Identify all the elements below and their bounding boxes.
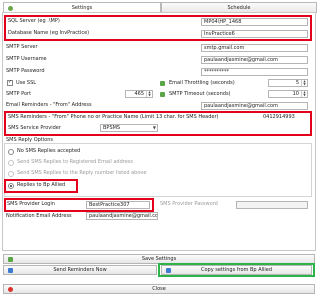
- email-throttling-value: 5: [295, 80, 299, 86]
- tab-settings-label: Settings: [71, 5, 93, 11]
- smtp-username-input[interactable]: paulaandjasmine@gmail.com: [201, 56, 308, 64]
- sms-reply-option-none-label: No SMS Replies accepted: [17, 148, 81, 154]
- save-icon: [8, 257, 13, 262]
- sms-reply-option-none-radio[interactable]: [8, 149, 14, 155]
- close-button[interactable]: Close: [3, 284, 315, 294]
- settings-window: Settings Schedule SQL Server (eg .\MP) M…: [0, 0, 318, 299]
- email-throttling-spinner[interactable]: 5 ▲ ▼: [268, 79, 308, 87]
- sms-provider-select[interactable]: BPSMS ▼: [100, 124, 158, 132]
- database-name-label: Database Name (eg InvPractice): [8, 30, 90, 36]
- save-settings-label: Save Settings: [141, 256, 177, 262]
- sms-reply-option-number-radio[interactable]: [8, 171, 14, 177]
- close-label: Close: [152, 286, 166, 292]
- send-reminders-label: Send Reminders Now: [53, 267, 107, 273]
- smtp-port-label: SMTP Port: [6, 91, 32, 97]
- spinner-arrows-icon[interactable]: ▲ ▼: [301, 91, 307, 97]
- sms-password-input[interactable]: [236, 201, 308, 209]
- spinner-arrows-icon[interactable]: ▲ ▼: [146, 91, 152, 97]
- email-throttling-label: Email Throttling (seconds): [169, 80, 235, 86]
- sms-reply-option-email-label: Send SMS Replies to Registered Email add…: [17, 159, 134, 165]
- sms-from-input[interactable]: 0412914993: [261, 114, 295, 121]
- smtp-timeout-spinner[interactable]: 10 ▲ ▼: [268, 90, 308, 98]
- smtp-port-value: 465: [134, 91, 144, 97]
- smtp-username-label: SMTP Username: [6, 56, 47, 62]
- use-ssl-label: Use SSL: [16, 80, 37, 86]
- sms-reply-option-bp-allied-radio[interactable]: [8, 183, 14, 189]
- sms-provider-value: BPSMS: [103, 125, 121, 131]
- chevron-down-icon: ▼: [152, 125, 156, 130]
- sms-login-label: SMS Provider Login: [7, 201, 55, 207]
- copy-icon: [166, 268, 171, 273]
- use-ssl-checkbox[interactable]: [7, 79, 13, 86]
- email-from-label: Email Reminders - "From" Address: [6, 102, 92, 108]
- smtp-timeout-value: 10: [292, 91, 299, 97]
- smtp-timeout-label: SMTP Timeout (seconds): [169, 91, 231, 97]
- copy-settings-label: Copy settings from Bp Allied: [200, 267, 273, 273]
- sms-reply-option-number-label: Send SMS Replies to the Reply number lis…: [17, 170, 147, 176]
- database-name-input[interactable]: InvPractice6: [201, 30, 308, 38]
- sql-server-input[interactable]: MP04\HP_1468: [201, 18, 308, 26]
- spinner-arrows-icon[interactable]: ▲ ▼: [301, 80, 307, 86]
- close-icon: [8, 287, 13, 292]
- notification-email-label: Notification Email Address: [6, 213, 72, 219]
- smtp-server-input[interactable]: smtp.gmail.com: [201, 44, 308, 52]
- info-icon: [160, 81, 165, 86]
- copy-settings-button[interactable]: Copy settings from Bp Allied: [161, 265, 312, 275]
- smtp-server-label: SMTP Server: [6, 44, 38, 50]
- settings-icon: [8, 6, 13, 11]
- sms-reply-option-bp-allied-label: Replies to Bp Allied: [17, 182, 66, 188]
- sms-provider-label: SMS Service Provider: [8, 125, 61, 131]
- smtp-password-label: SMTP Password: [6, 68, 45, 74]
- sms-login-input[interactable]: BestPractice307: [86, 201, 150, 209]
- sms-reply-option-email-radio[interactable]: [8, 160, 14, 166]
- tab-schedule-label: Schedule: [227, 5, 251, 11]
- send-reminders-button[interactable]: Send Reminders Now: [3, 265, 157, 275]
- send-icon: [8, 268, 13, 273]
- info-icon: [160, 92, 165, 97]
- smtp-password-input[interactable]: **********: [201, 68, 308, 76]
- sms-password-label: SMS Provider Password: [160, 201, 218, 207]
- notification-email-input[interactable]: paulaandjasmine@gmail.com: [86, 212, 158, 220]
- smtp-port-spinner[interactable]: 465 ▲ ▼: [125, 90, 153, 98]
- sql-server-label: SQL Server (eg .\MP): [8, 18, 60, 24]
- email-from-input[interactable]: paulaandjasmine@gmail.com: [201, 102, 308, 110]
